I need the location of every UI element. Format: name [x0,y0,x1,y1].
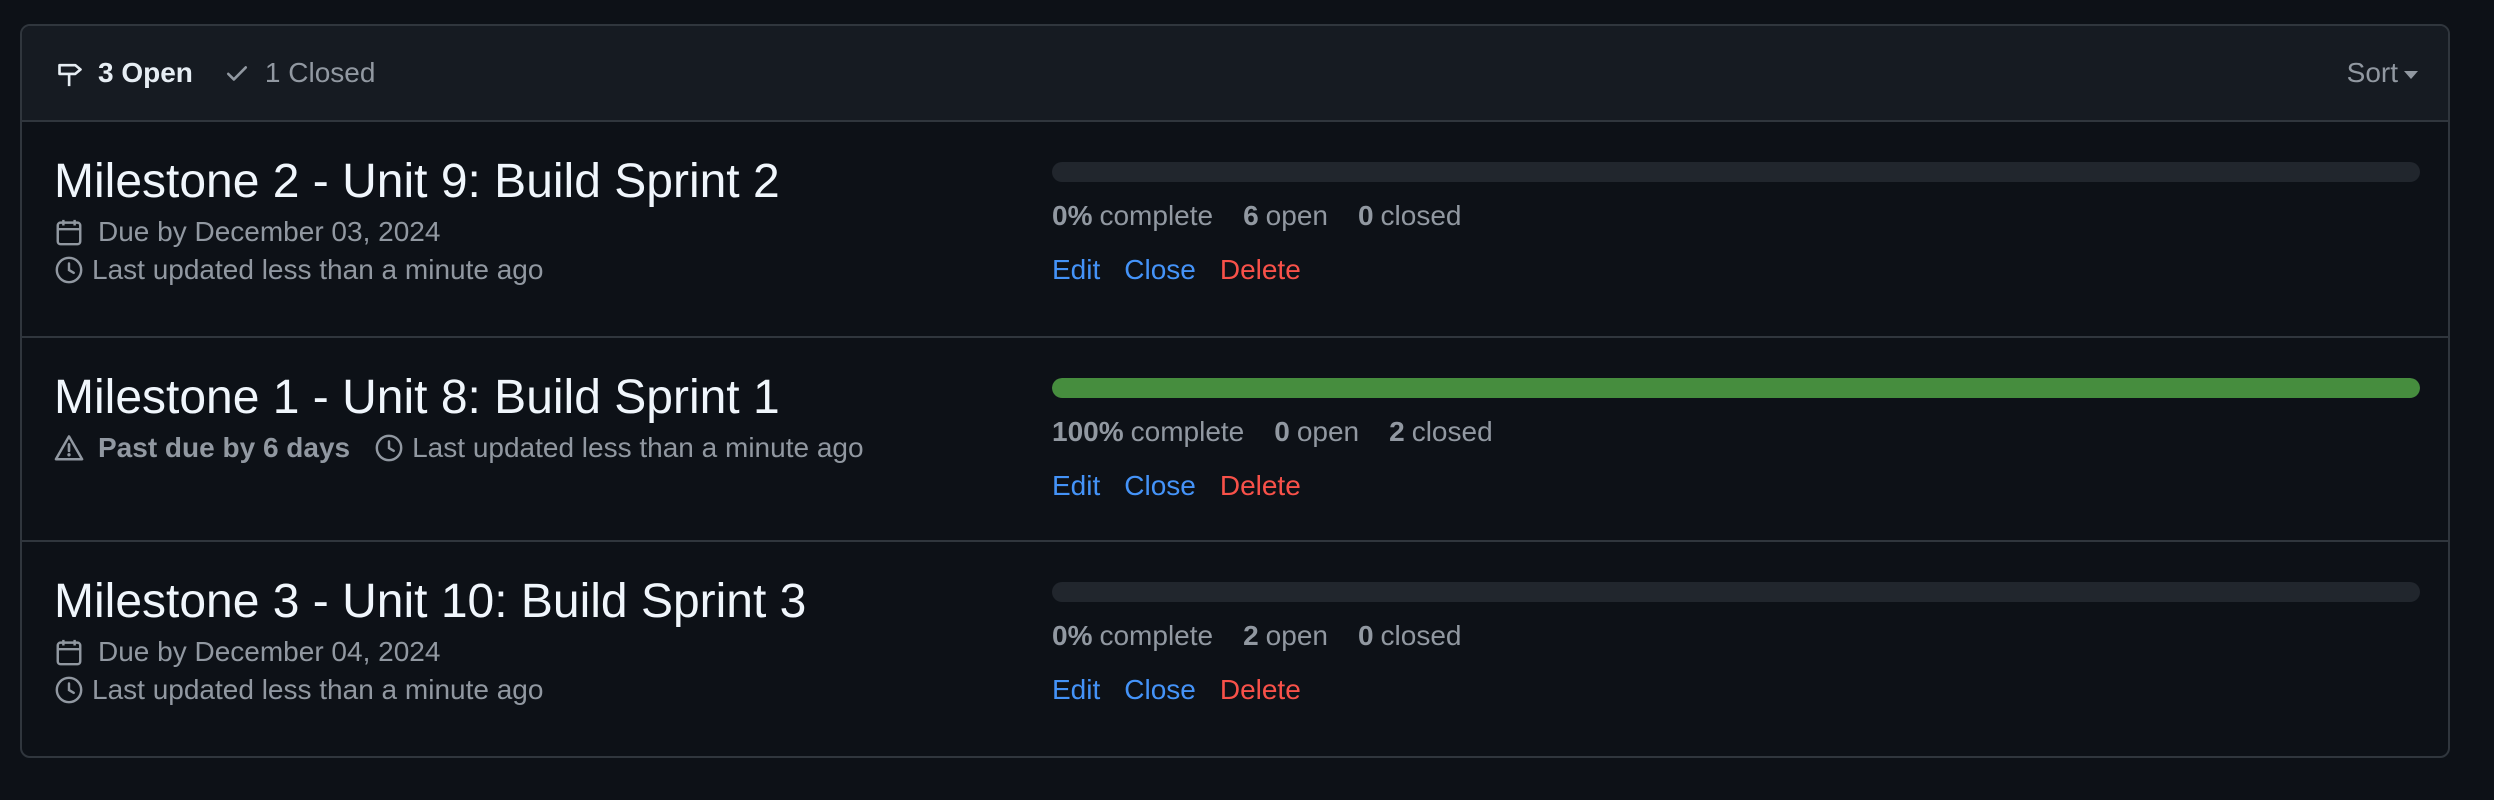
calendar-icon [56,639,82,666]
milestone-row: Milestone 2 - Unit 9: Build Sprint 2 Due… [22,122,2448,338]
close-link[interactable]: Close [1124,254,1196,286]
milestone-actions: Edit Close Delete [1052,674,2420,706]
milestone-stats: 100% complete 0 open 2 closed [1052,416,2420,448]
milestone-stats: 0% complete 2 open 0 closed [1052,620,2420,652]
stat-open: 0 open [1274,416,1360,447]
stat-closed: 0 closed [1357,620,1462,651]
updated-text: Last updated less than a minute ago [412,432,864,463]
stat-closed: 2 closed [1389,416,1493,447]
progress-fill [1052,378,2420,398]
caret-down-icon [2404,70,2418,79]
milestone-title[interactable]: Milestone 3 - Unit 10: Build Sprint 3 [54,574,806,630]
progress-bar [1052,582,2420,602]
milestone-updated: Last updated less than a minute ago [54,674,806,706]
closed-milestones-tab[interactable]: 1 Closed [223,57,376,89]
milestone-due: Due by December 04, 2024 [54,636,806,668]
delete-link[interactable]: Delete [1220,470,1301,502]
clock-icon [55,256,83,284]
milestones-box: 3 Open 1 Closed Sort Milestone 2 - Unit … [20,24,2450,758]
calendar-icon [56,219,82,246]
milestone-meta: Past due by 6 days Last updated less tha… [54,432,864,464]
updated-text: Last updated less than a minute ago [92,674,544,705]
stat-complete: 0% complete [1052,620,1214,651]
stat-open: 2 open [1243,620,1328,651]
milestone-stats: 0% complete 6 open 0 closed [1052,200,2420,232]
milestone-actions: Edit Close Delete [1052,470,2420,502]
stat-closed: 0 closed [1357,200,1462,231]
sort-dropdown[interactable]: Sort [2347,57,2418,89]
progress-bar [1052,162,2420,182]
milestone-actions: Edit Close Delete [1052,254,2420,286]
milestone-updated: Last updated less than a minute ago [54,254,780,286]
edit-link[interactable]: Edit [1052,254,1100,286]
delete-link[interactable]: Delete [1220,674,1301,706]
alert-icon [54,435,84,461]
closed-count-label: 1 Closed [264,57,376,88]
milestone-title[interactable]: Milestone 1 - Unit 8: Build Sprint 1 [54,370,864,426]
clock-icon [55,676,83,704]
sort-label: Sort [2346,57,2398,88]
due-date-text: Due by December 04, 2024 [98,636,441,667]
delete-link[interactable]: Delete [1220,254,1301,286]
progress-bar [1052,378,2420,398]
past-due-text: Past due by 6 days [98,432,351,463]
edit-link[interactable]: Edit [1052,674,1100,706]
milestone-due: Due by December 03, 2024 [54,216,780,248]
milestone-icon [58,63,82,87]
milestone-row: Milestone 1 - Unit 8: Build Sprint 1 Pas… [22,338,2448,542]
close-link[interactable]: Close [1124,470,1196,502]
milestone-title[interactable]: Milestone 2 - Unit 9: Build Sprint 2 [54,154,780,210]
edit-link[interactable]: Edit [1052,470,1100,502]
open-milestones-tab[interactable]: 3 Open [56,57,193,89]
clock-icon [375,434,403,462]
check-icon [226,66,247,81]
open-count-label: 3 Open [98,57,193,88]
close-link[interactable]: Close [1124,674,1196,706]
milestones-header: 3 Open 1 Closed Sort [22,26,2448,122]
stat-complete: 0% complete [1052,200,1214,231]
due-date-text: Due by December 03, 2024 [98,216,441,247]
milestone-row: Milestone 3 - Unit 10: Build Sprint 3 Du… [22,542,2448,756]
stat-open: 6 open [1243,200,1328,231]
updated-text: Last updated less than a minute ago [92,254,544,285]
stat-complete: 100% complete [1052,416,1245,447]
